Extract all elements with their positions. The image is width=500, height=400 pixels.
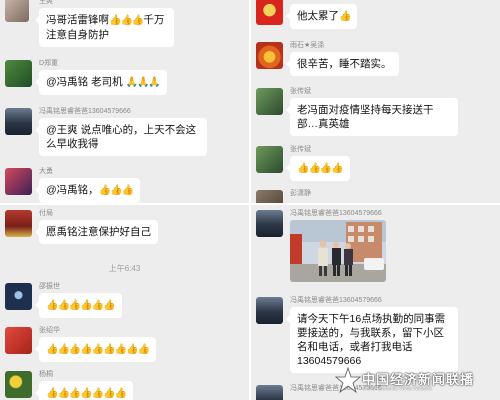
avatar[interactable]: [256, 88, 283, 115]
sender-name: D郑重: [39, 60, 59, 67]
avatar[interactable]: [5, 283, 32, 310]
thumbs-up-emoji: 👍👍👍: [98, 185, 134, 196]
sender-name: 张传斌: [290, 88, 311, 95]
message-bubble[interactable]: 冯哥活雷锋啊👍👍👍千万注意自身防护: [35, 8, 174, 47]
shared-photo[interactable]: [290, 220, 386, 282]
star-logo-icon: [334, 366, 362, 394]
message-text: @冯禹铭，: [46, 184, 99, 196]
sender-name: 杨桐: [39, 371, 53, 378]
avatar[interactable]: [5, 60, 32, 87]
message-text: 很辛苦，睡不踏实。: [297, 58, 392, 70]
sender-name: 冯禹铭思睿爸爸13604579666: [290, 297, 382, 304]
avatar[interactable]: [5, 371, 32, 398]
message-text: @王爽 说点唯心的，上天不会这么早收我得: [46, 124, 197, 150]
watermark-logo: 中国经济新闻联播 China Economic News Network: [334, 366, 494, 396]
chat-panel-top-right[interactable]: 他太累了👍 雨石★吴涤 很辛苦，睡不踏实。 张传斌 老冯面对疫情坚持每天接送干部…: [251, 0, 500, 203]
avatar[interactable]: [5, 210, 32, 237]
sender-name: 张绍华: [39, 327, 60, 334]
chat-panel-bottom-left[interactable]: 付局 愿禹铭注意保护好自己 上午6:43 邵振世 👍👍👍👍👍👍 张绍华 👍👍👍👍…: [0, 205, 249, 400]
avatar[interactable]: [256, 210, 283, 237]
sender-name: 王爽: [39, 0, 53, 5]
thumbs-up-emoji: 👍: [339, 11, 351, 22]
avatar[interactable]: [5, 0, 29, 22]
message-bubble[interactable]: 愿禹铭注意保护好自己: [35, 220, 158, 244]
message-bubble[interactable]: @冯禹铭 老司机 🙏🙏🙏: [35, 70, 167, 95]
avatar[interactable]: [256, 190, 283, 203]
message-bubble[interactable]: @冯禹铭，👍👍👍: [34, 178, 141, 203]
sender-name: 冯禹铭思睿爸爸13604579666: [39, 108, 131, 115]
message-bubble[interactable]: 老冯面对疫情坚持每天接送干部…真英雄: [286, 98, 458, 136]
avatar[interactable]: [256, 146, 283, 173]
avatar[interactable]: [256, 0, 283, 25]
avatar[interactable]: [5, 108, 32, 135]
avatar[interactable]: [5, 327, 32, 354]
message-text: 请今天下午16点场执勤的同事需要接送的，与我联系，留下小区名和电话，或者打我电话…: [297, 313, 446, 367]
message-bubble[interactable]: 👍👍👍👍👍👍👍👍👍: [34, 337, 157, 362]
sender-name: 大勇: [39, 168, 53, 175]
thumbs-up-emoji: 👍👍👍👍👍👍👍👍👍: [46, 344, 150, 355]
message-bubble[interactable]: 👍👍👍👍👍👍: [35, 293, 122, 318]
message-bubble[interactable]: @王爽 说点唯心的，上天不会这么早收我得: [35, 118, 207, 156]
photo-image: [290, 220, 386, 282]
thumbs-up-emoji: 👍👍👍👍👍👍: [46, 300, 116, 311]
thumbs-up-emoji: 👍👍👍👍👍👍👍: [46, 388, 127, 399]
message-bubble[interactable]: 👍👍👍👍: [286, 156, 350, 181]
message-text: 愿禹铭注意保护好自己: [46, 226, 151, 238]
sender-name: 邵振世: [39, 283, 60, 290]
avatar[interactable]: [256, 42, 283, 69]
pray-emoji: 🙏🙏🙏: [125, 77, 161, 88]
avatar[interactable]: [256, 297, 283, 324]
avatar[interactable]: [256, 385, 283, 400]
thumbs-up-emoji: 👍👍👍: [109, 15, 144, 26]
message-text: 冯哥活雷锋啊: [46, 14, 109, 26]
chat-panel-top-left[interactable]: 王爽 冯哥活雷锋啊👍👍👍千万注意自身防护 D郑重 @冯禹铭 老司机 🙏🙏🙏 冯禹…: [0, 0, 249, 203]
message-bubble[interactable]: 他太累了👍: [285, 4, 358, 29]
sender-name: 雨石★吴涤: [290, 42, 325, 49]
watermark-subtitle: China Economic News Network: [362, 386, 433, 392]
chat-panel-bottom-right[interactable]: 冯禹铭思睿爸爸13604579666 冯禹铭思睿爸爸13604579666 请今…: [251, 205, 500, 400]
message-bubble[interactable]: 很辛苦，睡不踏实。: [286, 52, 399, 76]
message-text: @冯禹铭 老司机: [46, 76, 123, 88]
sender-name: 付局: [39, 210, 53, 217]
avatar[interactable]: [5, 168, 32, 195]
message-text: 他太累了: [297, 10, 339, 22]
sender-name: 冯禹铭思睿爸爸13604579666: [290, 210, 382, 217]
message-text: 老冯面对疫情坚持每天接送干部…真英雄: [297, 104, 434, 130]
timestamp: 上午6:43: [108, 264, 141, 273]
sender-name: 彭潇静: [290, 190, 311, 197]
message-bubble[interactable]: 请今天下午16点场执勤的同事需要接送的，与我联系，留下小区名和电话，或者打我电话…: [286, 307, 458, 373]
sender-name: 张传斌: [290, 146, 311, 153]
thumbs-up-emoji: 👍👍👍👍: [297, 163, 344, 174]
message-bubble[interactable]: 👍👍👍👍👍👍👍: [34, 381, 134, 400]
